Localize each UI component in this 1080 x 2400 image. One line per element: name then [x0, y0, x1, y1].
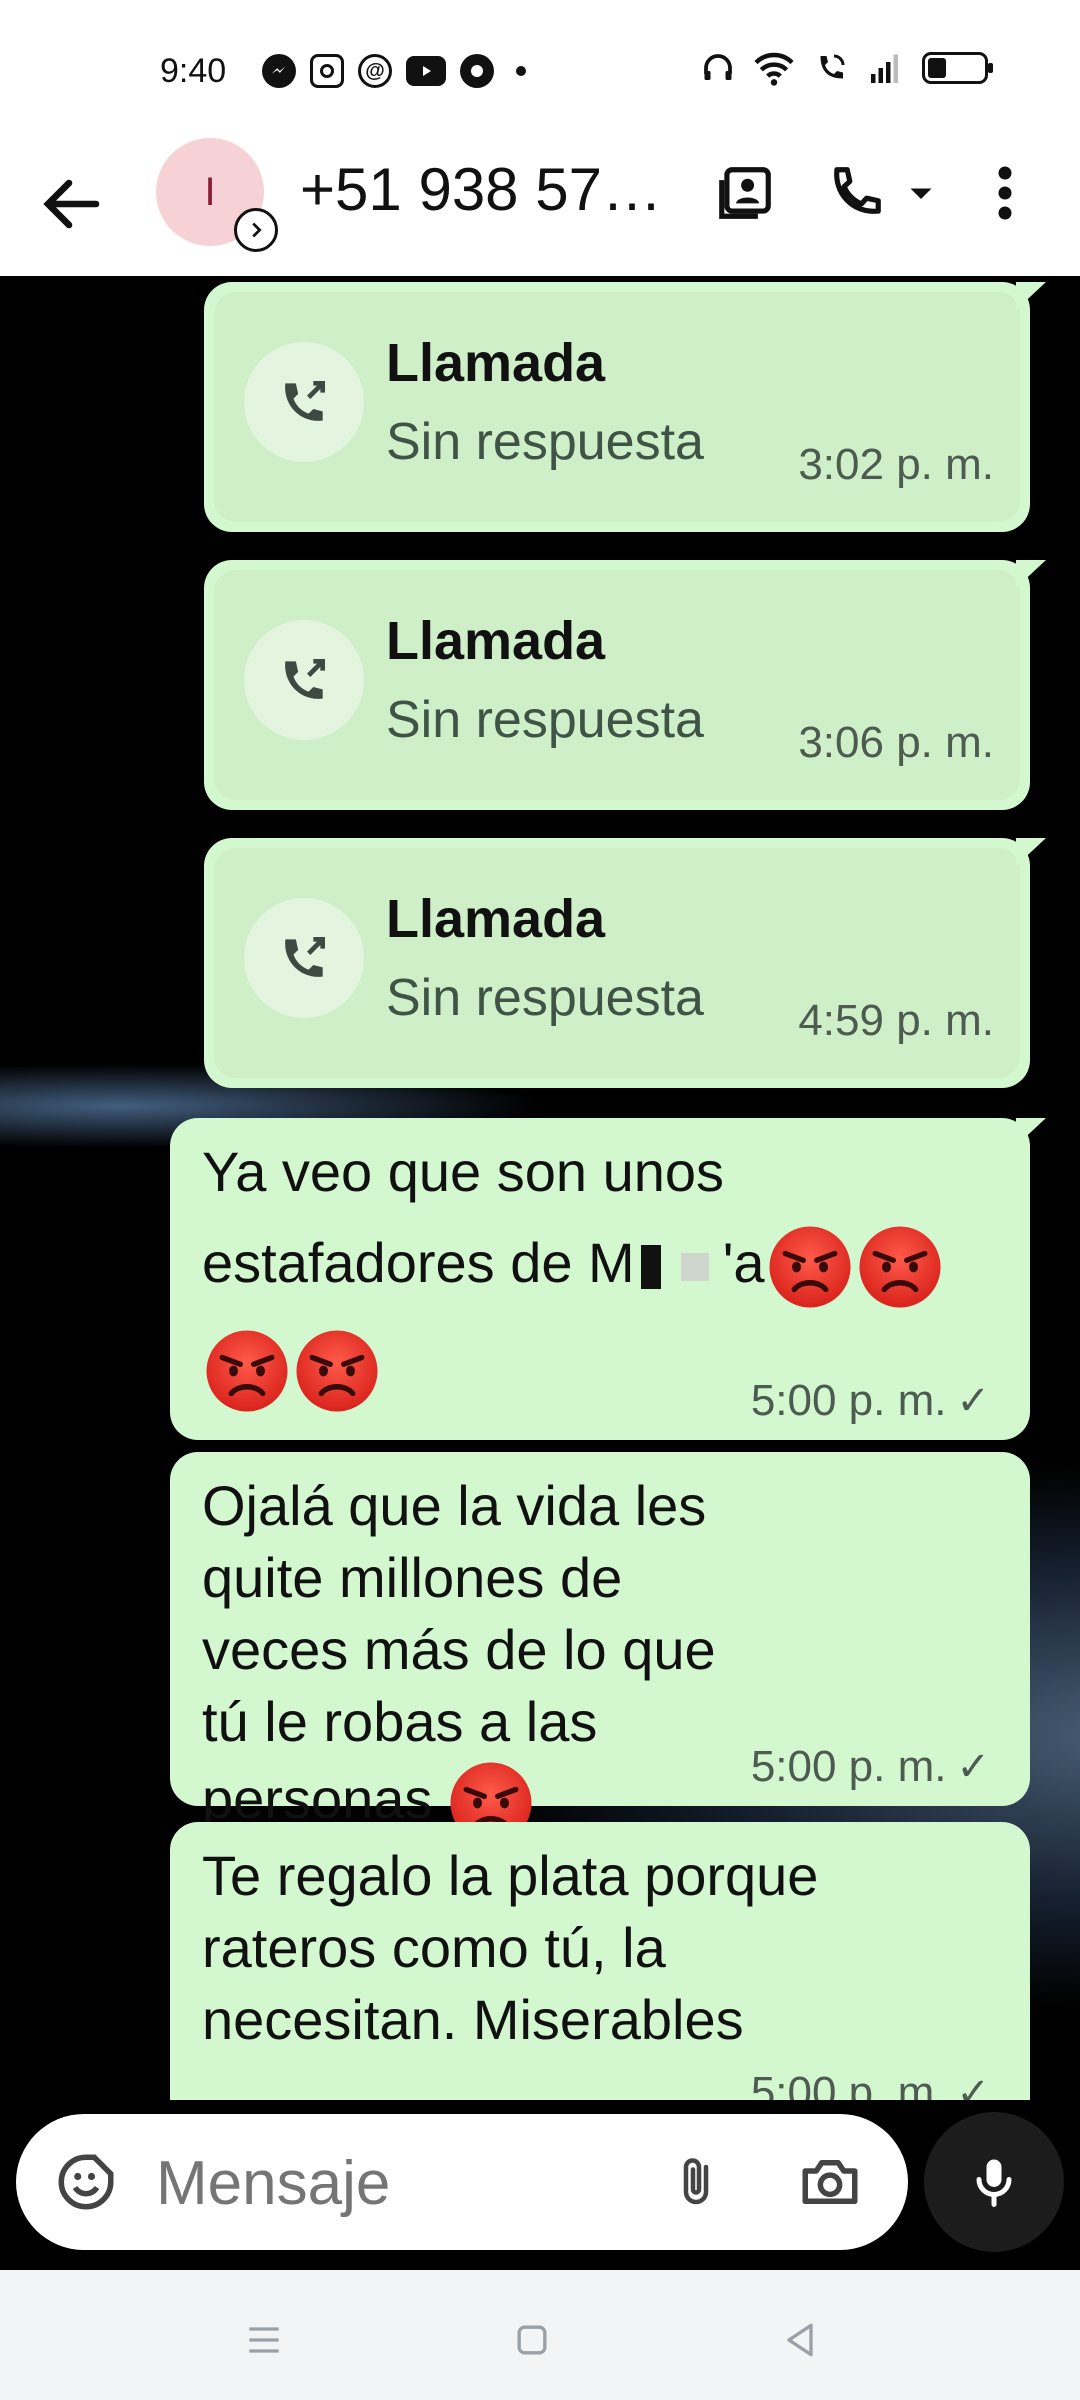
- sent-check-icon: ✓: [956, 2071, 990, 2100]
- camera-icon[interactable]: [790, 2142, 870, 2222]
- sent-check-icon: ✓: [956, 1745, 990, 1789]
- home-nav-icon[interactable]: [502, 2310, 562, 2370]
- notification-icons: @: [262, 54, 526, 88]
- threads-icon: @: [358, 54, 392, 88]
- missed-call-icon: [244, 898, 364, 1018]
- call-title: Llamada: [386, 889, 606, 949]
- message-meta: 5:00 p. m. ✓: [751, 1376, 990, 1426]
- mic-icon: [976, 2159, 1012, 2207]
- phone-icon[interactable]: [820, 158, 890, 228]
- call-status: Sin respuesta: [386, 969, 704, 1027]
- status-time: 9:40: [160, 52, 227, 90]
- call-status: Sin respuesta: [386, 691, 704, 749]
- missed-call-bubble[interactable]: Llamada Sin respuesta 4:59 p. m.: [204, 838, 1046, 1088]
- call-card: Llamada Sin respuesta 3:02 p. m.: [214, 292, 1020, 522]
- missed-call-icon: [244, 342, 364, 462]
- call-time: 4:59 p. m.: [798, 996, 994, 1045]
- message-input[interactable]: [156, 2148, 636, 2219]
- angry-face-emoji: [202, 1326, 292, 1416]
- missed-call-bubble[interactable]: Llamada Sin respuesta 3:06 p. m.: [204, 560, 1046, 810]
- angry-face-emoji: [765, 1222, 855, 1312]
- call-title: Llamada: [386, 333, 606, 393]
- dropdown-icon[interactable]: [896, 158, 946, 228]
- message-line-text: estafadores de M: [202, 1230, 635, 1294]
- messenger-icon: [262, 54, 296, 88]
- attach-icon[interactable]: [656, 2142, 736, 2222]
- message-time: 5:00 p. m.: [750, 2068, 947, 2100]
- missed-call-bubble[interactable]: Llamada Sin respuesta 3:02 p. m.: [204, 282, 1046, 532]
- more-vert-icon[interactable]: [980, 158, 1030, 228]
- headphones-icon: [704, 54, 732, 80]
- message-list[interactable]: Llamada Sin respuesta 3:02 p. m. Llamada…: [0, 276, 1080, 2100]
- message-composer[interactable]: [16, 2114, 908, 2250]
- more-dot: [516, 66, 526, 76]
- redaction-mark: [680, 1253, 709, 1281]
- messaging-screen: 9:40 @ I +51 938 57… Llamada Sin respues…: [0, 0, 1080, 2400]
- call-card: Llamada Sin respuesta 3:06 p. m.: [214, 570, 1020, 800]
- call-time: 3:06 p. m.: [798, 718, 994, 767]
- outgoing-message[interactable]: Ya veo que son unos estafadores de M 'a 5…: [170, 1118, 1046, 1440]
- chrome-icon: [460, 54, 494, 88]
- system-nav-bar: [0, 2270, 1080, 2400]
- message-text: Ya veo que son unos estafadores de M 'a: [202, 1136, 1000, 1416]
- outgoing-message[interactable]: Ojalá que la vida les quite millones de …: [170, 1452, 1030, 1844]
- wifi-icon: [754, 52, 794, 86]
- message-line: Ya veo que son unos: [202, 1140, 725, 1203]
- wifi-call-icon: [820, 54, 845, 79]
- instagram-icon: [310, 54, 344, 88]
- system-icons: [700, 50, 993, 86]
- message-meta: 5:00 p. m. ✓: [751, 1742, 990, 1792]
- message-text: Te regalo la plata porque rateros como t…: [202, 1844, 819, 2051]
- battery-icon: [922, 52, 993, 84]
- contact-name[interactable]: +51 938 57…: [300, 155, 680, 224]
- sticker-icon[interactable]: [46, 2142, 126, 2222]
- sent-check-icon: ✓: [956, 1379, 990, 1423]
- message-line: estafadores de M 'a: [202, 1222, 1000, 1312]
- back-nav-icon[interactable]: [770, 2310, 830, 2370]
- call-card: Llamada Sin respuesta 4:59 p. m.: [214, 848, 1020, 1078]
- message-meta: 5:00 p. m. ✓: [751, 2068, 990, 2100]
- redaction-mark: [640, 1245, 661, 1289]
- youtube-icon: [406, 56, 446, 86]
- message-text: Ojalá que la vida les quite millones de …: [202, 1470, 770, 1848]
- angry-face-emoji: [292, 1326, 382, 1416]
- call-title: Llamada: [386, 611, 606, 671]
- contact-card-icon[interactable]: [710, 158, 780, 228]
- call-status: Sin respuesta: [386, 413, 704, 471]
- call-time: 3:02 p. m.: [798, 440, 994, 489]
- chevron-right-icon: [234, 208, 278, 252]
- signal-icon: [871, 54, 898, 83]
- angry-face-emoji: [855, 1222, 945, 1312]
- back-arrow-icon[interactable]: [36, 168, 108, 240]
- status-bar: 9:40 @: [0, 0, 1080, 138]
- message-time: 5:00 p. m.: [750, 1376, 947, 1425]
- outgoing-message[interactable]: Te regalo la plata porque rateros como t…: [170, 1822, 1030, 2100]
- avatar-initial: I: [204, 169, 216, 214]
- missed-call-icon: [244, 620, 364, 740]
- message-line-text: 'a: [722, 1230, 765, 1294]
- mic-button[interactable]: [924, 2112, 1064, 2252]
- message-time: 5:00 p. m.: [750, 1742, 947, 1791]
- composer-bar: [0, 2100, 1080, 2270]
- menu-nav-icon[interactable]: [234, 2310, 294, 2370]
